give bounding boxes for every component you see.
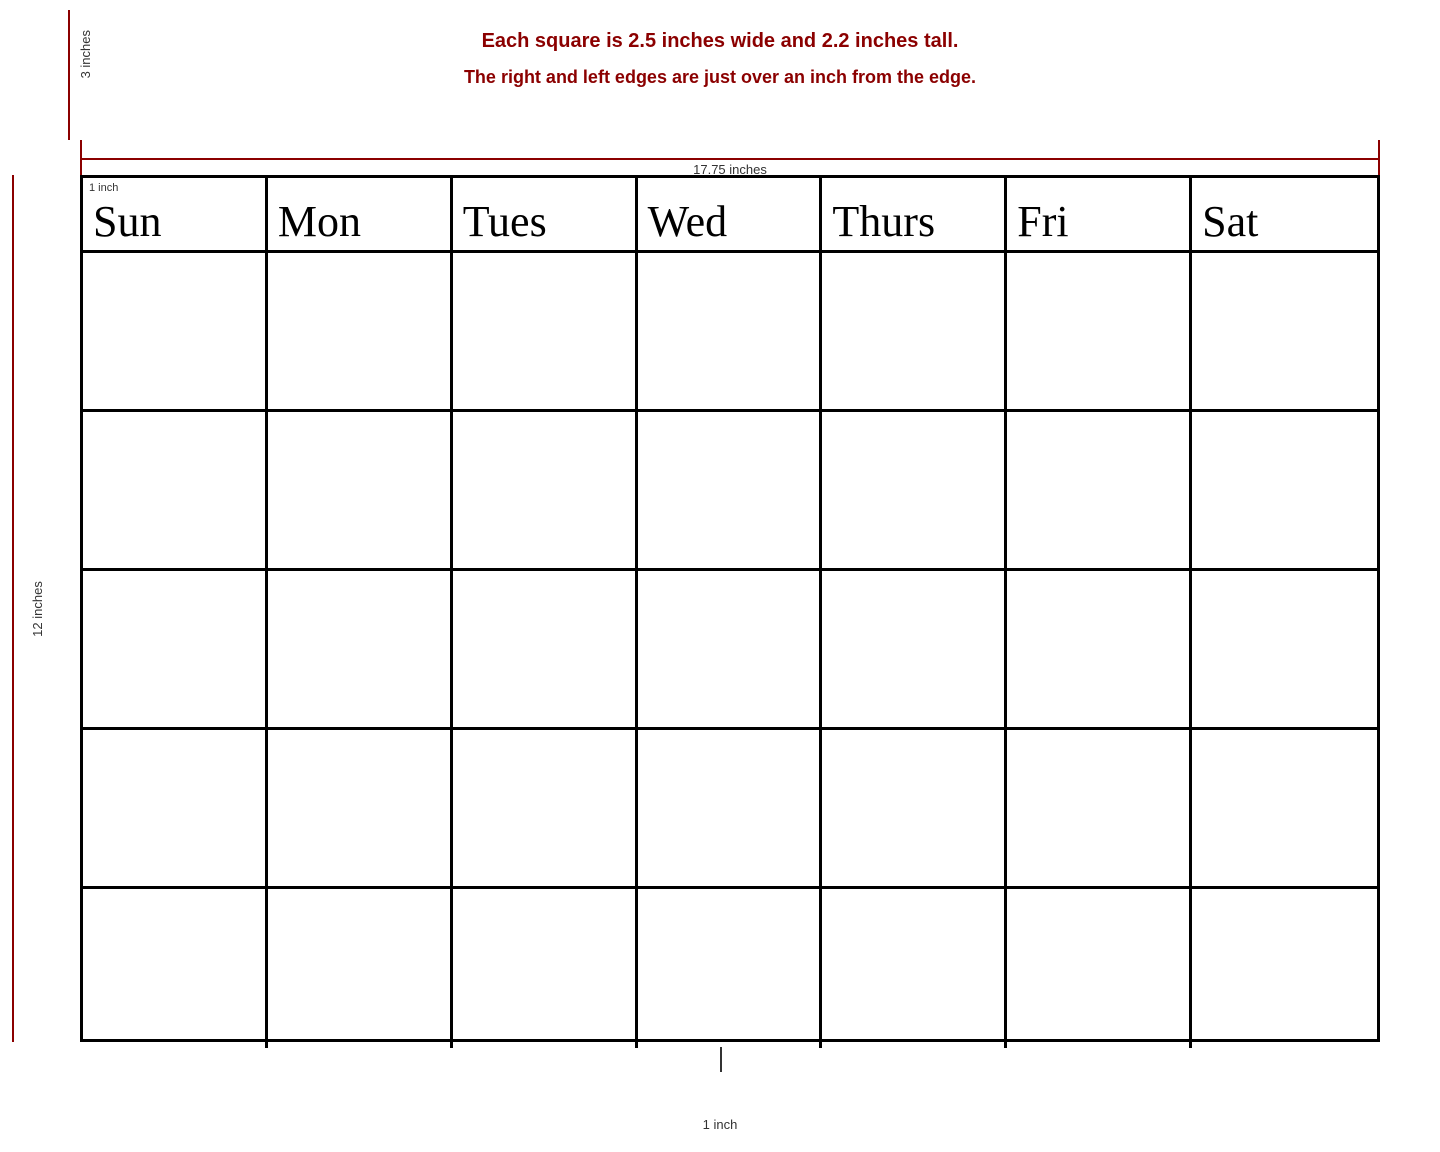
cell-4-1 bbox=[83, 730, 268, 886]
day-wed: Wed bbox=[648, 200, 728, 244]
calendar-row-2 bbox=[83, 412, 1377, 571]
calendar-body bbox=[83, 253, 1377, 1048]
cell-4-7 bbox=[1192, 730, 1377, 886]
calendar-row-5 bbox=[83, 889, 1377, 1048]
calendar-grid: 1 inch Sun Mon Tues Wed Thurs Fri Sat bbox=[80, 175, 1380, 1042]
cell-1-7 bbox=[1192, 253, 1377, 409]
cell-2-6 bbox=[1007, 412, 1192, 568]
top-height-annotation: 3 inches bbox=[68, 10, 70, 140]
top-annotations: 3 inches Each square is 2.5 inches wide … bbox=[0, 0, 1440, 175]
day-header-sun: 1 inch Sun bbox=[83, 178, 268, 250]
left-corner-tick bbox=[80, 140, 82, 175]
day-header-fri: Fri bbox=[1007, 178, 1192, 250]
cell-3-5 bbox=[822, 571, 1007, 727]
cell-2-4 bbox=[638, 412, 823, 568]
cell-1-5 bbox=[822, 253, 1007, 409]
cell-2-3 bbox=[453, 412, 638, 568]
day-mon: Mon bbox=[278, 200, 361, 244]
day-sat: Sat bbox=[1202, 200, 1258, 244]
bottom-inch-label: 1 inch bbox=[703, 1117, 738, 1132]
cell-1-3 bbox=[453, 253, 638, 409]
cell-2-2 bbox=[268, 412, 453, 568]
day-thu: Thurs bbox=[832, 200, 935, 244]
line1-text: Each square is 2.5 inches wide and 2.2 i… bbox=[0, 30, 1440, 53]
width-line bbox=[80, 158, 1380, 160]
cell-2-7 bbox=[1192, 412, 1377, 568]
cell-4-4 bbox=[638, 730, 823, 886]
bottom-inch-annotation: 1 inch bbox=[703, 1114, 738, 1132]
day-sun: Sun bbox=[93, 200, 161, 244]
cell-5-6 bbox=[1007, 889, 1192, 1048]
cell-3-4 bbox=[638, 571, 823, 727]
bottom-tick-line bbox=[720, 1047, 722, 1072]
calendar-row-3 bbox=[83, 571, 1377, 730]
cell-3-1 bbox=[83, 571, 268, 727]
height-line bbox=[12, 175, 14, 1042]
cell-2-1 bbox=[83, 412, 268, 568]
cell-1-4 bbox=[638, 253, 823, 409]
day-header-thu: Thurs bbox=[822, 178, 1007, 250]
cell-4-5 bbox=[822, 730, 1007, 886]
cell-4-6 bbox=[1007, 730, 1192, 886]
cell-5-5 bbox=[822, 889, 1007, 1048]
cell-5-2 bbox=[268, 889, 453, 1048]
cell-2-5 bbox=[822, 412, 1007, 568]
day-fri: Fri bbox=[1017, 200, 1068, 244]
cell-3-6 bbox=[1007, 571, 1192, 727]
cell-3-7 bbox=[1192, 571, 1377, 727]
line2-text: The right and left edges are just over a… bbox=[0, 67, 1440, 88]
cell-1-1 bbox=[83, 253, 268, 409]
top-text-block: Each square is 2.5 inches wide and 2.2 i… bbox=[0, 0, 1440, 88]
day-header-tue: Tues bbox=[453, 178, 638, 250]
cell-5-4 bbox=[638, 889, 823, 1048]
cell-1-2 bbox=[268, 253, 453, 409]
cell-5-7 bbox=[1192, 889, 1377, 1048]
cell-3-3 bbox=[453, 571, 638, 727]
day-header-sat: Sat bbox=[1192, 178, 1377, 250]
inch-label: 1 inch bbox=[89, 182, 118, 194]
day-header-wed: Wed bbox=[638, 178, 823, 250]
right-corner-tick bbox=[1378, 140, 1380, 175]
height-label: 12 inches bbox=[30, 581, 45, 637]
cell-5-3 bbox=[453, 889, 638, 1048]
top-height-line bbox=[68, 10, 70, 140]
top-height-label: 3 inches bbox=[78, 30, 93, 78]
cell-3-2 bbox=[268, 571, 453, 727]
day-header-mon: Mon bbox=[268, 178, 453, 250]
day-tue: Tues bbox=[463, 200, 547, 244]
cell-5-1 bbox=[83, 889, 268, 1048]
cell-4-3 bbox=[453, 730, 638, 886]
calendar-row-4 bbox=[83, 730, 1377, 889]
cell-4-2 bbox=[268, 730, 453, 886]
height-annotation: 12 inches bbox=[12, 175, 14, 1042]
calendar-row-1 bbox=[83, 253, 1377, 412]
page-wrapper: 3 inches Each square is 2.5 inches wide … bbox=[0, 0, 1440, 1152]
cell-1-6 bbox=[1007, 253, 1192, 409]
calendar-header: 1 inch Sun Mon Tues Wed Thurs Fri Sat bbox=[83, 178, 1377, 253]
